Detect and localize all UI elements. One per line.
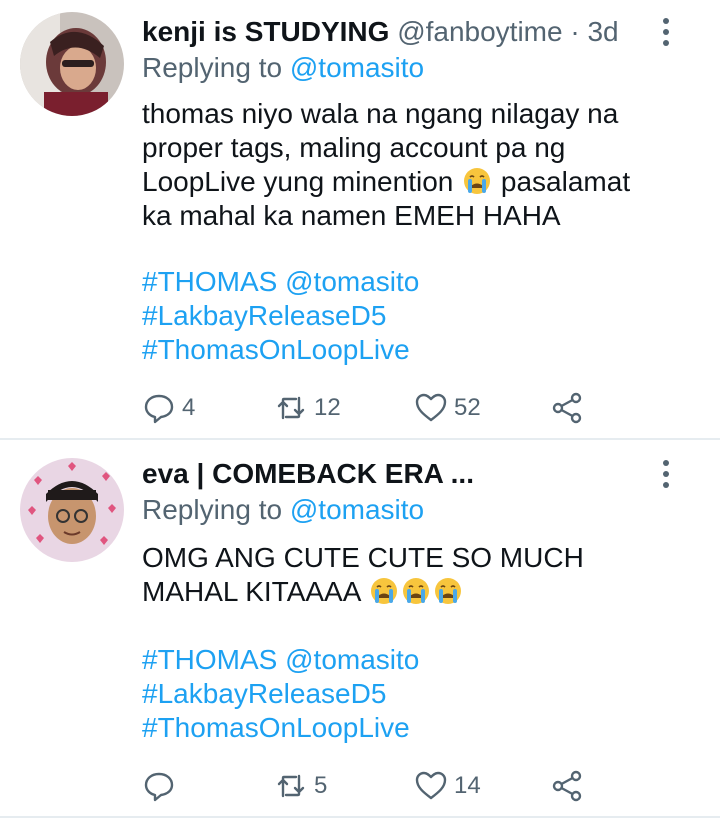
like-count: 14 xyxy=(454,772,481,799)
reply-icon xyxy=(144,772,174,802)
share-button[interactable] xyxy=(550,388,584,428)
hashtag-link[interactable]: #LakbayReleaseD5 xyxy=(142,677,419,711)
share-button[interactable] xyxy=(550,766,584,806)
action-bar: 5 14 xyxy=(142,766,702,806)
tweet-body: thomas niyo wala na ngang nilagay na pro… xyxy=(142,97,682,233)
tweet-header: eva | COMEBACK ERA ... xyxy=(142,456,474,492)
body-text-segment: LoopLive yung minention xyxy=(142,166,454,197)
hashtag-block: #THOMAS @tomasito #LakbayReleaseD5 #Thom… xyxy=(142,643,419,745)
tweet-header: kenji is STUDYING @fanboytime · 3d xyxy=(142,14,619,50)
hashtag-link[interactable]: #THOMAS @tomasito xyxy=(142,265,419,299)
like-button[interactable]: 52 xyxy=(414,388,481,428)
crying-emoji-icon xyxy=(370,578,397,604)
body-line: thomas niyo wala na ngang nilagay na xyxy=(142,98,619,129)
tweet-1[interactable]: kenji is STUDYING @fanboytime · 3d Reply… xyxy=(0,0,720,440)
replying-to: Replying to @tomasito xyxy=(142,492,424,528)
hashtag-link[interactable]: #ThomasOnLoopLive xyxy=(142,711,419,745)
body-line: MAHAL KITAAAA xyxy=(142,575,682,609)
replying-to: Replying to @tomasito xyxy=(142,50,424,86)
avatar[interactable] xyxy=(20,12,124,116)
replying-mention-link[interactable]: @tomasito xyxy=(290,52,424,83)
tweet-2[interactable]: eva | COMEBACK ERA ... Replying to @toma… xyxy=(0,442,720,818)
share-icon xyxy=(552,770,582,802)
crying-emoji-icon xyxy=(434,578,461,604)
display-name[interactable]: eva | COMEBACK ERA ... xyxy=(142,458,474,489)
like-icon xyxy=(415,771,447,800)
body-text-segment: MAHAL KITAAAA xyxy=(142,576,360,607)
retweet-icon xyxy=(277,396,305,420)
reply-button[interactable] xyxy=(142,766,182,806)
retweet-icon xyxy=(277,774,305,798)
retweet-count: 12 xyxy=(314,394,341,421)
avatar[interactable] xyxy=(20,458,124,562)
retweet-count: 5 xyxy=(314,772,328,799)
like-button[interactable]: 14 xyxy=(414,766,481,806)
hashtag-block: #THOMAS @tomasito #LakbayReleaseD5 #Thom… xyxy=(142,265,419,367)
reply-count: 4 xyxy=(182,394,196,421)
body-line: ka mahal ka namen EMEH HAHA xyxy=(142,200,561,231)
more-vertical-icon[interactable] xyxy=(656,460,676,492)
retweet-button[interactable]: 5 xyxy=(274,766,327,806)
display-name[interactable]: kenji is STUDYING xyxy=(142,16,389,47)
hashtag-link[interactable]: #THOMAS @tomasito xyxy=(142,643,419,677)
like-icon xyxy=(415,393,447,422)
share-icon xyxy=(552,392,582,424)
crying-emoji-icon xyxy=(402,578,429,604)
timestamp[interactable]: 3d xyxy=(587,16,618,47)
action-bar: 4 12 52 xyxy=(142,388,702,428)
crying-emoji-icon xyxy=(464,168,491,194)
hashtag-link[interactable]: #ThomasOnLoopLive xyxy=(142,333,419,367)
user-handle[interactable]: @fanboytime xyxy=(397,16,562,47)
more-vertical-icon[interactable] xyxy=(656,18,676,50)
like-count: 52 xyxy=(454,394,481,421)
body-text-segment: pasalamat xyxy=(500,166,631,197)
retweet-button[interactable]: 12 xyxy=(274,388,341,428)
reply-icon xyxy=(144,394,174,424)
separator-dot: · xyxy=(570,16,580,47)
reply-button[interactable]: 4 xyxy=(142,388,195,428)
replying-mention-link[interactable]: @tomasito xyxy=(290,494,424,525)
body-line: OMG ANG CUTE CUTE SO MUCH xyxy=(142,542,584,573)
tweet-body: OMG ANG CUTE CUTE SO MUCH MAHAL KITAAAA xyxy=(142,541,682,609)
body-line: LoopLive yung minention pasalamat xyxy=(142,165,682,199)
replying-prefix: Replying to xyxy=(142,52,283,83)
replying-prefix: Replying to xyxy=(142,494,283,525)
body-line: proper tags, maling account pa ng xyxy=(142,132,566,163)
hashtag-link[interactable]: #LakbayReleaseD5 xyxy=(142,299,419,333)
